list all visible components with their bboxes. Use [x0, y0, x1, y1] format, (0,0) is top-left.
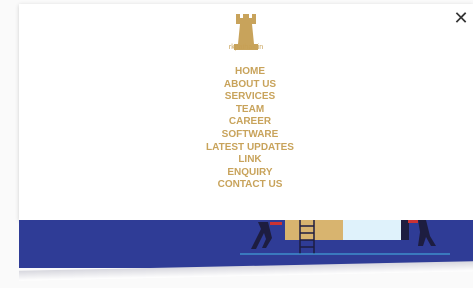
menu-item-software[interactable]: SOFTWARE	[206, 129, 294, 142]
main-menu: HOME ABOUT US SERVICES TEAM CAREER SOFTW…	[206, 66, 294, 192]
site-name[interactable]: rkpathak.in	[212, 44, 280, 51]
menu-item-about-us[interactable]: ABOUT US	[206, 79, 294, 92]
person-right-icon	[408, 220, 436, 246]
person-left-icon	[251, 222, 282, 249]
menu-item-link[interactable]: LINK	[206, 154, 294, 167]
menu-item-home[interactable]: HOME	[206, 66, 294, 79]
menu-item-enquiry[interactable]: ENQUIRY	[206, 167, 294, 180]
close-icon[interactable]: ✕	[452, 9, 470, 27]
panel-illustration	[343, 220, 401, 240]
menu-item-team[interactable]: TEAM	[206, 104, 294, 117]
banner-illustration	[240, 220, 450, 255]
panel-edge	[401, 220, 409, 240]
menu-item-contact-us[interactable]: CONTACT US	[206, 179, 294, 192]
menu-item-career[interactable]: CAREER	[206, 116, 294, 129]
menu-item-services[interactable]: SERVICES	[206, 91, 294, 104]
menu-item-latest-updates[interactable]: LATEST UPDATES	[206, 142, 294, 155]
